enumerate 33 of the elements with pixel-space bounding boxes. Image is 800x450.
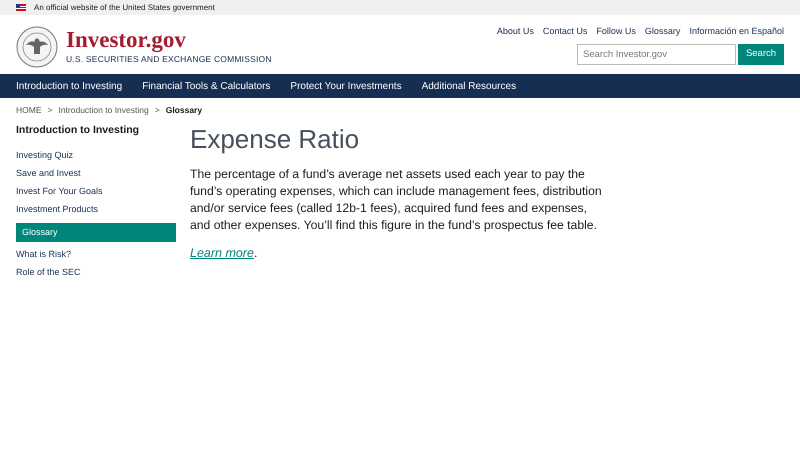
utility-link[interactable]: Glossary: [644, 25, 680, 38]
search-button[interactable]: Search: [738, 44, 784, 64]
nav-item[interactable]: Additional Resources: [422, 78, 516, 94]
breadcrumb-link[interactable]: HOME: [16, 104, 42, 117]
utility-link[interactable]: Información en Español: [689, 25, 784, 38]
sidebar-title: Introduction to Investing: [16, 123, 140, 138]
utility-link[interactable]: Follow Us: [596, 25, 636, 38]
learn-more-link[interactable]: Learn more: [190, 246, 254, 260]
agency-name: U.S. SECURITIES AND EXCHANGE COMMISSION: [66, 53, 272, 66]
nav-item[interactable]: Introduction to Investing: [16, 78, 122, 94]
seal-icon: [16, 26, 58, 68]
sidebar-item[interactable]: Save and Invest: [16, 164, 176, 183]
sidebar-item[interactable]: Invest For Your Goals: [16, 182, 176, 201]
utility-link[interactable]: About Us: [496, 25, 534, 38]
banner-text: An official website of the United States government: [34, 2, 215, 14]
breadcrumb-separator: >: [48, 104, 52, 117]
flag-icon: [16, 4, 26, 11]
article-title: Expense Ratio: [190, 124, 360, 154]
sidebar-item[interactable]: Investment Products: [16, 200, 176, 219]
sidebar-item[interactable]: Glossary: [16, 222, 176, 242]
site-name[interactable]: Investor.gov: [66, 27, 272, 54]
article-body: The percentage of a fund’s average net assets used each year to pay the fund’s operating expenses, which can include management fees, distribution and/or service fees (called 12b-1 fees), acquired fund fees and expenses, and other expenses. You’ll find this figure in the fund’s prospectus fee table.: [190, 166, 603, 234]
search-field[interactable]: Search Investor.gov: [577, 44, 736, 64]
breadcrumb-separator: >: [154, 104, 160, 117]
sidebar-item[interactable]: Role of the SEC: [16, 264, 176, 282]
breadcrumb-current: Glossary: [166, 104, 202, 117]
utility-link[interactable]: Contact Us: [542, 25, 588, 38]
link-suffix: .: [254, 246, 258, 260]
sidebar-item[interactable]: Investing Quiz: [16, 146, 176, 165]
sidebar-item[interactable]: What is Risk?: [16, 246, 176, 264]
nav-item[interactable]: Protect Your Investments: [290, 78, 402, 94]
nav-item[interactable]: Financial Tools & Calculators: [142, 78, 270, 94]
breadcrumb-link[interactable]: Introduction to Investing: [58, 104, 149, 117]
